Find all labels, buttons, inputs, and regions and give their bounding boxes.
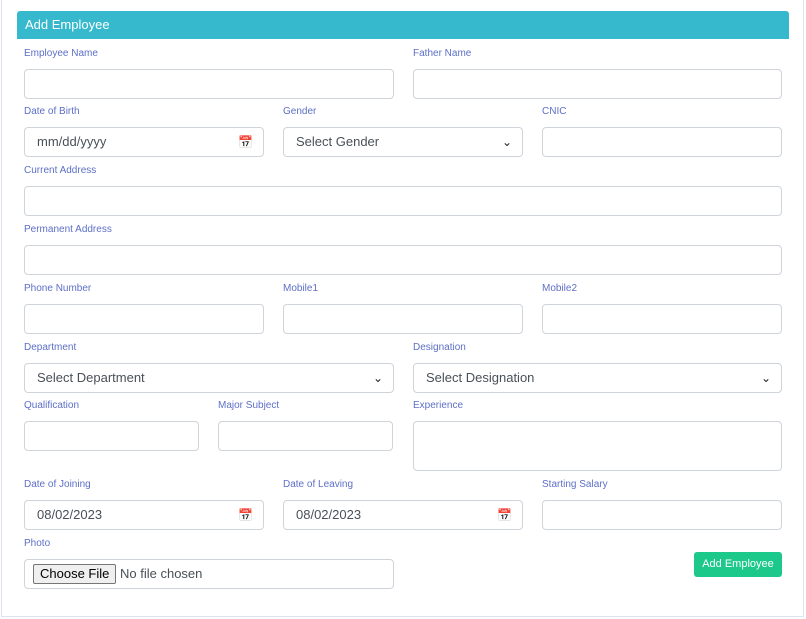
- chevron-down-icon: ⌄: [760, 371, 771, 385]
- label: Mobile1: [283, 283, 319, 294]
- label: Qualification: [24, 400, 80, 411]
- salary-input[interactable]: [542, 500, 782, 530]
- label: Experience: [413, 400, 464, 411]
- label: Department: [24, 342, 77, 353]
- card-header: Add Employee: [17, 11, 789, 39]
- label: Photo: [24, 538, 51, 549]
- calendar-icon[interactable]: 📅: [497, 501, 512, 529]
- gender-select[interactable]: Select Gender ⌄: [283, 127, 523, 157]
- designation-select[interactable]: Select Designation ⌄: [413, 363, 782, 393]
- dob-input[interactable]: mm/dd/yyyy 📅: [24, 127, 264, 157]
- chevron-down-icon: ⌄: [501, 135, 512, 149]
- label: Mobile2: [542, 283, 578, 294]
- phone-input[interactable]: [24, 304, 264, 334]
- designation-value: Select Designation: [426, 370, 535, 385]
- experience-textarea[interactable]: [413, 421, 782, 471]
- label: Phone Number: [24, 283, 92, 294]
- qualification-input[interactable]: [24, 421, 199, 451]
- label: CNIC: [542, 106, 567, 117]
- employee-name-input[interactable]: [24, 69, 394, 99]
- mobile2-input[interactable]: [542, 304, 782, 334]
- mobile1-input[interactable]: [283, 304, 523, 334]
- chevron-down-icon: ⌄: [372, 371, 383, 385]
- label: Employee Name: [24, 48, 98, 59]
- calendar-icon[interactable]: 📅: [238, 128, 253, 156]
- gender-value: Select Gender: [296, 134, 380, 149]
- department-select[interactable]: Select Department ⌄: [24, 363, 394, 393]
- doj-input[interactable]: 08/02/2023 📅: [24, 500, 264, 530]
- dob-value: mm/dd/yyyy: [37, 134, 107, 149]
- label: Permanent Address: [24, 224, 112, 235]
- department-value: Select Department: [37, 370, 145, 385]
- dol-input[interactable]: 08/02/2023 📅: [283, 500, 523, 530]
- current-address-input[interactable]: [24, 186, 782, 216]
- doj-value: 08/02/2023: [37, 507, 103, 522]
- label: Designation: [413, 342, 466, 353]
- label: Date of Joining: [24, 479, 91, 490]
- major-subject-input[interactable]: [218, 421, 393, 451]
- add-employee-button[interactable]: Add Employee: [694, 552, 782, 577]
- cnic-input[interactable]: [542, 127, 782, 157]
- label: Father Name: [413, 48, 472, 59]
- label: Gender: [283, 106, 317, 117]
- choose-file-button[interactable]: Choose File: [33, 564, 117, 584]
- calendar-icon[interactable]: 📅: [238, 501, 253, 529]
- father-name-input[interactable]: [413, 69, 782, 99]
- label: Starting Salary: [542, 479, 608, 490]
- label: Date of Birth: [24, 106, 80, 117]
- permanent-address-input[interactable]: [24, 245, 782, 275]
- file-status: No file chosen: [120, 566, 203, 581]
- dol-value: 08/02/2023: [296, 507, 362, 522]
- photo-file-input[interactable]: Choose File No file chosen: [24, 559, 394, 589]
- label: Current Address: [24, 165, 97, 176]
- label: Date of Leaving: [283, 479, 354, 490]
- label: Major Subject: [218, 400, 280, 411]
